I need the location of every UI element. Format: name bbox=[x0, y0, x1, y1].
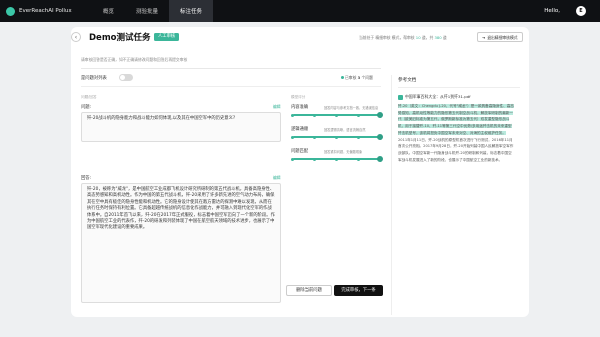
question-label: 问题: bbox=[81, 105, 92, 110]
instructions: 请审核回答是否正确，如不正确请修改问题和回答后再提交审核 bbox=[81, 57, 188, 62]
slider-tick bbox=[313, 135, 316, 139]
page-title: Demo测试任务 bbox=[89, 33, 151, 43]
divider bbox=[81, 68, 381, 69]
slider-tick bbox=[335, 113, 338, 117]
accuracy-slider-knob[interactable] bbox=[377, 112, 383, 118]
question-textbox[interactable]: 歼-20战斗机的隐身能力和战斗能力如何体现,以及其在中国空军中的历史意义? bbox=[81, 112, 281, 142]
edit-question-link[interactable]: 编辑 bbox=[273, 104, 281, 110]
slider-tick bbox=[291, 157, 294, 161]
toggle-label: 是问题对列表 bbox=[81, 76, 107, 81]
user-avatar[interactable]: E bbox=[576, 6, 586, 16]
divider bbox=[398, 87, 520, 88]
score-label-relevance: 问题匹配 bbox=[291, 149, 309, 154]
top-navigation-bar: EverReachAI Pollux 概览 测验批量 标注任务 Hello, E bbox=[0, 0, 600, 22]
relevance-slider-knob[interactable] bbox=[377, 156, 383, 162]
slider-tick bbox=[291, 135, 294, 139]
fluency-slider-knob[interactable] bbox=[377, 134, 383, 140]
review-card: ‹ Demo测试任务 人工审核 当前处于 精细审核 模式，帮审核 10 道，共 … bbox=[71, 27, 529, 317]
complete-next-button[interactable]: 完成审核，下一条 bbox=[334, 285, 383, 296]
nav-item-overview[interactable]: 概览 bbox=[92, 0, 125, 22]
back-button[interactable]: ‹ bbox=[71, 32, 81, 42]
divider bbox=[81, 86, 381, 87]
nav-item-batch-test[interactable]: 测验批量 bbox=[125, 0, 169, 22]
highlighted-passage: 歼-20（英文：Chengdu J-20，代号"威龙"）是一款具备高隐身性、高态… bbox=[398, 104, 514, 135]
review-progress-text: 当前处于 精细审核 模式，帮审核 10 道，共 380 道 bbox=[359, 35, 447, 40]
qa-section-head: 问题/回答 bbox=[81, 95, 97, 99]
brand-logo-icon bbox=[6, 6, 15, 16]
reference-title: 参考文档 bbox=[398, 78, 417, 83]
score-label-fluency: 逻辑通顺 bbox=[291, 127, 309, 132]
scores-section-head: 模型评分 bbox=[291, 95, 306, 99]
delete-question-button[interactable]: 删除当前问题 bbox=[286, 285, 332, 296]
slider-tick bbox=[335, 157, 338, 161]
score-label-accuracy: 内容准确 bbox=[291, 105, 309, 110]
reviewed-legend: 已审核 3 个问题 bbox=[341, 75, 373, 81]
answer-label: 回答: bbox=[81, 176, 92, 181]
reference-text: 歼-20（英文：Chengdu J-20，代号"威龙"）是一款具备高隐身性、高态… bbox=[398, 103, 514, 163]
score-hint-fluency: 回答逻辑清晰，语言流畅自然 bbox=[324, 128, 366, 132]
slider-tick bbox=[357, 135, 360, 139]
status-badge: 人工审核 bbox=[154, 33, 180, 41]
total-count: 380 bbox=[434, 35, 442, 40]
score-hint-accuracy: 回答内容与参考文档一致，无错误信息 bbox=[324, 106, 379, 110]
slider-tick bbox=[357, 157, 360, 161]
slider-tick bbox=[313, 157, 316, 161]
score-hint-relevance: 回答紧扣问题，无偏题现象 bbox=[324, 150, 363, 154]
reference-panel: 参考文档 中国军事百科大全：从歼1到歼31.pdf 歼-20（英文：Chengd… bbox=[391, 75, 520, 315]
slider-tick bbox=[313, 113, 316, 117]
exit-icon: ⇥ bbox=[482, 34, 486, 40]
reference-passage: 2011年1月11日，歼-20战机的原型机首次进行飞行测试，2016年11月首次… bbox=[398, 137, 514, 162]
main-nav: 概览 测验批量 标注任务 bbox=[92, 0, 214, 22]
nav-item-annotation-tasks[interactable]: 标注任务 bbox=[169, 0, 214, 22]
slider-tick bbox=[291, 113, 294, 117]
review-panel: 请审核回答是否正确，如不正确请修改问题和回答后再提交审核 是问题对列表 已审核 … bbox=[81, 53, 383, 315]
answer-textbox[interactable]: 歼-20，被称为"威龙"，是中国航空工业成都飞机设计研究所研制的第五代战斗机，具… bbox=[81, 183, 281, 303]
edit-answer-link[interactable]: 编辑 bbox=[273, 175, 281, 181]
question-list-toggle[interactable] bbox=[119, 74, 133, 81]
app-name: EverReachAI Pollux bbox=[19, 8, 72, 14]
reference-document-link[interactable]: 中国军事百科大全：从歼1到歼31.pdf bbox=[398, 94, 471, 100]
chevron-left-icon: ‹ bbox=[74, 34, 78, 41]
exit-fine-review-button[interactable]: ⇥ 退出精细审核模式 bbox=[477, 32, 523, 42]
slider-tick bbox=[335, 135, 338, 139]
slider-tick bbox=[357, 113, 360, 117]
reviewed-dot-icon bbox=[341, 76, 344, 79]
document-icon bbox=[398, 94, 403, 100]
greeting: Hello, bbox=[544, 8, 560, 14]
